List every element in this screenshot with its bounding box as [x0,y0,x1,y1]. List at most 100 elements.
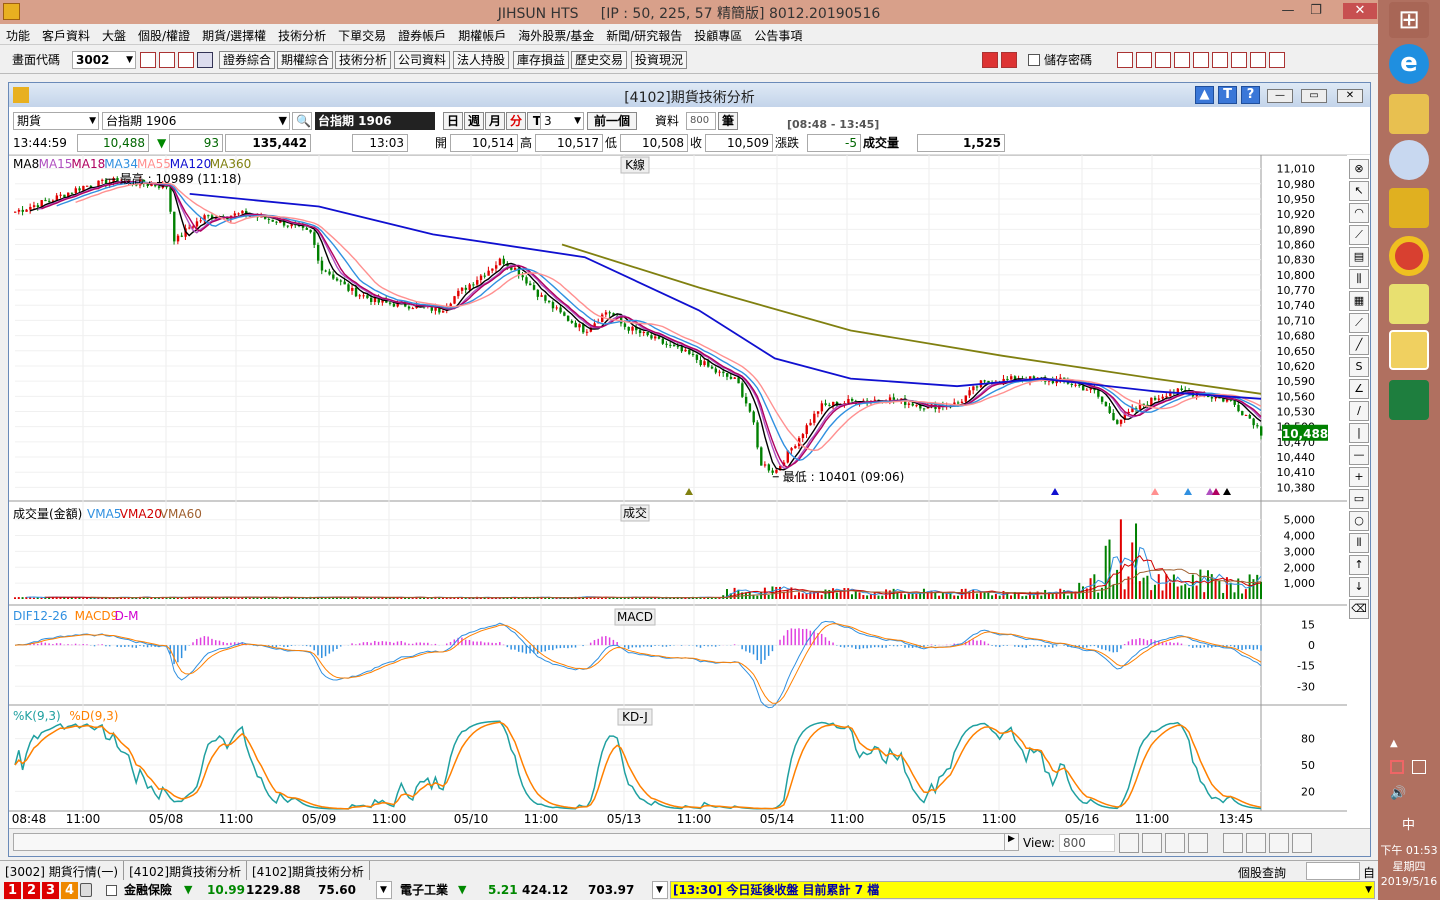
chevron-down-icon[interactable]: ▼ [279,113,287,129]
chart-tool-icon[interactable] [1292,833,1312,853]
up-arrow-icon[interactable]: ▲ [1195,86,1214,104]
drawing-tool-icon[interactable]: ⫼ [1349,269,1369,289]
restore-button[interactable]: ❐ [1304,3,1328,19]
drawing-tool-icon[interactable]: ╱ [1349,335,1369,355]
function-button[interactable]: 投資現況 [631,51,688,69]
menu-item[interactable]: 個股/權證 [132,24,196,44]
news-ticker[interactable]: [13:30] 今日延後收盤 目前累計 7 檔 ▼ [670,881,1375,899]
data-count-input[interactable]: 800 [686,112,716,130]
text-tool-icon[interactable]: T [1218,86,1237,104]
drawing-tool-icon[interactable]: ∠ [1349,379,1369,399]
window-restore-button[interactable]: ▭ [1301,89,1327,103]
sector2-select[interactable]: ▼ [652,881,668,899]
window-close-button[interactable]: ✕ [1337,89,1363,103]
screen-number-button[interactable]: 3 [42,882,59,899]
back-icon[interactable] [982,52,998,68]
menu-item[interactable]: 下單交易 [332,24,392,44]
view-input[interactable]: 800 [1059,834,1115,852]
drawing-tool-icon[interactable]: ○ [1349,511,1369,531]
tool-icon[interactable] [1193,52,1209,68]
period-button[interactable]: 週 [464,112,484,130]
function-button[interactable]: 法人持股 [453,51,510,69]
tool-icon[interactable] [1174,52,1190,68]
chart-tool-icon[interactable] [1165,833,1185,853]
drawing-tool-icon[interactable]: ⊗ [1349,159,1369,179]
search-icon[interactable]: 🔍 [292,112,312,130]
paint-icon[interactable] [1389,140,1429,180]
menu-item[interactable]: 投顧專區 [688,24,748,44]
menu-item[interactable]: 大盤 [96,24,132,44]
chevron-down-icon[interactable]: ▼ [1365,882,1372,898]
drawing-tool-icon[interactable]: ↓ [1349,577,1369,597]
window-tab[interactable]: [4102]期貨技術分析 [247,861,370,882]
period-button[interactable]: 月 [485,112,505,130]
drawing-tool-icon[interactable]: + [1349,467,1369,487]
menu-item[interactable]: 證券帳戶 [392,24,452,44]
drawing-tool-icon[interactable]: ▦ [1349,291,1369,311]
tool-icon[interactable] [1136,52,1152,68]
close-button[interactable]: ✕ [1343,3,1377,19]
clock-time[interactable]: 下午 01:53 [1378,842,1440,858]
tool-icon[interactable] [1231,52,1247,68]
chart-tool-icon[interactable] [1223,833,1243,853]
chart-area[interactable]: 08:48 11:00 05/08 11:00 05/09 11:00 05/10 11:00… [9,155,1347,827]
function-button[interactable]: 證券綜合 [219,51,276,69]
chart-tool-icon[interactable] [1142,833,1162,853]
search-icon[interactable] [140,52,156,68]
chrome-icon[interactable] [1389,236,1429,276]
tool-icon[interactable] [1155,52,1171,68]
scroll-right-icon[interactable]: ▶ [1004,834,1018,850]
chevron-down-icon[interactable]: ▼ [126,52,133,68]
menu-item[interactable]: 公告事項 [748,24,808,44]
menu-item[interactable]: 功能 [0,24,36,44]
forward-icon[interactable] [1001,52,1017,68]
drawing-tool-icon[interactable]: ∕ [1349,401,1369,421]
internet-explorer-icon[interactable]: e [1389,44,1429,84]
drawing-tool-icon[interactable]: ⦀ [1349,533,1369,553]
menu-item[interactable]: 新聞/研究報告 [600,24,688,44]
print-icon[interactable] [178,52,194,68]
chevron-down-icon[interactable]: ▼ [574,113,581,129]
menu-item[interactable]: 客戶資料 [36,24,96,44]
chart-tool-icon[interactable] [1246,833,1266,853]
horizontal-scrollbar[interactable]: ▶ [13,833,1019,851]
tray-arrow-icon[interactable]: ▲ [1390,738,1398,749]
crown-app-icon[interactable] [1389,188,1429,228]
stock-query-input[interactable] [1306,862,1360,880]
window-tab[interactable]: [3002] 期貨行情(一) [0,861,125,882]
function-button[interactable]: 歷史交易 [571,51,628,69]
chart-tool-icon[interactable] [1119,833,1139,853]
tool-icon[interactable] [1117,52,1133,68]
sector1-select[interactable]: ▼ [376,881,392,899]
drawing-tool-icon[interactable]: ⟋ [1349,313,1369,333]
drawing-tool-icon[interactable]: ↑ [1349,555,1369,575]
period-button[interactable]: 分 [506,112,526,130]
windows-start-icon[interactable]: ⊞ [1389,2,1429,38]
screen-code-input[interactable]: 3002 ▼ [72,51,136,69]
screen-number-button[interactable]: 1 [4,882,21,899]
function-button[interactable]: 技術分析 [335,51,392,69]
drawing-tool-icon[interactable]: S [1349,357,1369,377]
product-type-select[interactable]: 期貨 ▼ [13,112,99,130]
tray-app-icon[interactable] [1390,760,1404,774]
excel-icon[interactable] [1389,380,1429,420]
folder-icon[interactable] [159,52,175,68]
chart-tool-icon[interactable] [1188,833,1208,853]
tool-icon[interactable] [1269,52,1285,68]
status-checkbox[interactable] [106,885,117,896]
ime-indicator[interactable]: 中 [1402,814,1415,833]
jihsun-app-icon[interactable] [1389,330,1429,370]
window-minimize-button[interactable]: — [1267,89,1293,103]
help-icon[interactable]: ? [1241,86,1260,104]
menu-item[interactable]: 期權帳戶 [452,24,512,44]
drawing-tool-icon[interactable]: ▭ [1349,489,1369,509]
symbol-select[interactable]: 台指期 1906 ▼ [102,112,290,130]
lock-icon[interactable] [80,883,92,897]
drawing-tool-icon[interactable]: ▤ [1349,247,1369,267]
chart-tool-icon[interactable] [1269,833,1289,853]
sticky-notes-icon[interactable] [1389,284,1429,324]
chevron-down-icon[interactable]: ▼ [89,113,96,129]
save-password-checkbox[interactable] [1028,54,1040,66]
drawing-tool-icon[interactable]: | [1349,423,1369,443]
function-button[interactable]: 公司資料 [394,51,451,69]
